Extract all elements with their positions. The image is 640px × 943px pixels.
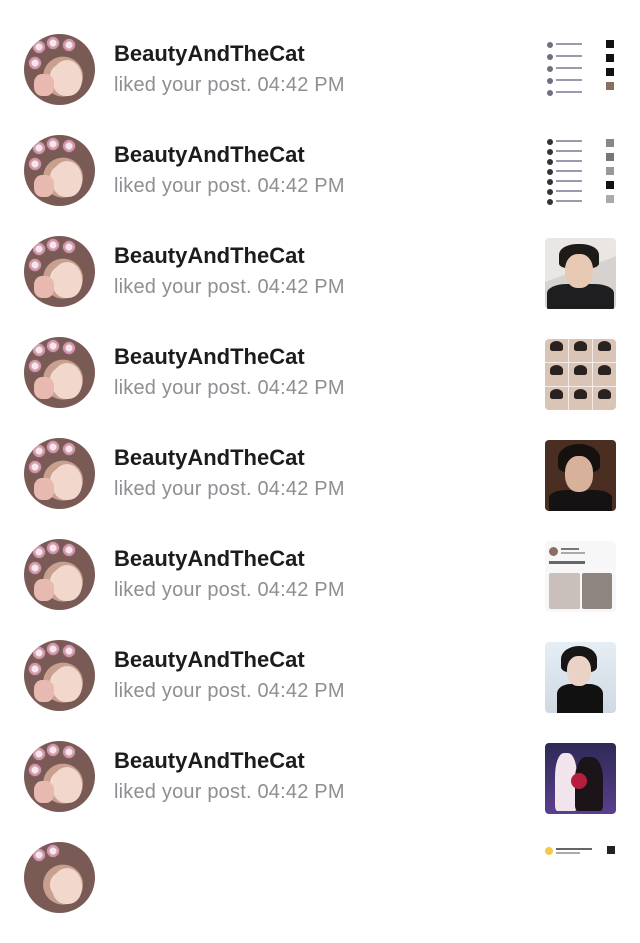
- notification-feed: BeautyAndTheCat liked your post. 04:42 P…: [0, 0, 640, 915]
- username[interactable]: BeautyAndTheCat: [114, 647, 305, 673]
- notification-text: liked your post. 04:42 PM: [114, 680, 345, 702]
- post-thumbnail[interactable]: [545, 238, 616, 309]
- username[interactable]: BeautyAndTheCat: [114, 243, 305, 269]
- notification-row[interactable]: BeautyAndTheCat liked your post. 04:42 P…: [0, 34, 640, 135]
- post-thumbnail[interactable]: [545, 541, 616, 612]
- post-thumbnail[interactable]: [545, 642, 616, 713]
- notification-text: liked your post. 04:42 PM: [114, 175, 345, 197]
- notification-row[interactable]: BeautyAndTheCat liked your post. 04:42 P…: [0, 135, 640, 236]
- notification-row[interactable]: BeautyAndTheCat liked your post. 04:42 P…: [0, 236, 640, 337]
- user-avatar[interactable]: [24, 842, 95, 913]
- notification-text: liked your post. 04:42 PM: [114, 377, 345, 399]
- notification-row[interactable]: BeautyAndTheCat liked your post. 04:42 P…: [0, 337, 640, 438]
- post-thumbnail[interactable]: [545, 440, 616, 511]
- username[interactable]: BeautyAndTheCat: [114, 344, 305, 370]
- username[interactable]: BeautyAndTheCat: [114, 445, 305, 471]
- username[interactable]: BeautyAndTheCat: [114, 546, 305, 572]
- user-avatar[interactable]: [24, 539, 95, 610]
- user-avatar[interactable]: [24, 337, 95, 408]
- notification-row[interactable]: [0, 0, 640, 6]
- notification-row[interactable]: BeautyAndTheCat liked your post. 04:42 P…: [0, 640, 640, 741]
- username[interactable]: BeautyAndTheCat: [114, 748, 305, 774]
- post-thumbnail[interactable]: [545, 339, 616, 410]
- user-avatar[interactable]: [24, 741, 95, 812]
- notification-row[interactable]: BeautyAndTheCat liked your post. 04:42 P…: [0, 539, 640, 640]
- notification-row[interactable]: [0, 842, 640, 943]
- post-thumbnail[interactable]: [545, 743, 616, 814]
- user-avatar[interactable]: [24, 640, 95, 711]
- notification-row[interactable]: BeautyAndTheCat liked your post. 04:42 P…: [0, 438, 640, 539]
- user-avatar[interactable]: [24, 236, 95, 307]
- notification-text: liked your post. 04:42 PM: [114, 276, 345, 298]
- username[interactable]: BeautyAndTheCat: [114, 41, 305, 67]
- user-avatar[interactable]: [24, 438, 95, 509]
- post-thumbnail[interactable]: [545, 36, 616, 107]
- notification-text: liked your post. 04:42 PM: [114, 478, 345, 500]
- user-avatar[interactable]: [24, 135, 95, 206]
- notification-text: liked your post. 04:42 PM: [114, 579, 345, 601]
- user-avatar[interactable]: [24, 34, 95, 105]
- username[interactable]: BeautyAndTheCat: [114, 142, 305, 168]
- notification-text: liked your post. 04:42 PM: [114, 781, 345, 803]
- notification-text: liked your post. 04:42 PM: [114, 74, 345, 96]
- notification-row[interactable]: BeautyAndTheCat liked your post. 04:42 P…: [0, 741, 640, 842]
- post-thumbnail[interactable]: [545, 137, 616, 208]
